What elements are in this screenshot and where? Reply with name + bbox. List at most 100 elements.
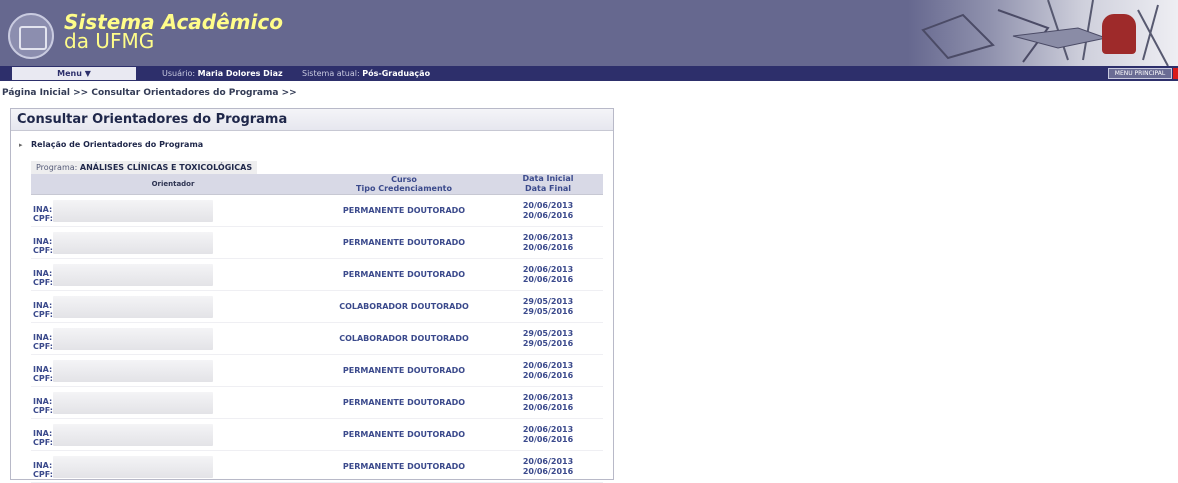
start-date: 20/06/2013 [522,360,574,370]
redacted-name [53,392,213,414]
program-prefix: Programa: [36,163,78,172]
ina-label: INA: [33,205,53,214]
advisor-cell: INA: CPF: [31,226,315,259]
advisor-cell: INA: CPF: [31,418,315,451]
header-curso-label: Curso [391,175,417,184]
date-range: 20/06/2013 20/06/2016 [493,418,603,451]
cpf-label: CPF: [33,406,53,415]
date-range: 29/05/2013 29/05/2016 [493,322,603,355]
user-label: Usuário: [162,69,196,78]
redacted-name [53,456,213,478]
advisor-cell: INA: CPF: [31,322,315,355]
advisor-cell: INA: CPF: [31,386,315,419]
program-label: Programa: ANÁLISES CLÍNICAS E TOXICOLÓGI… [31,161,258,174]
course-type: PERMANENTE DOUTORADO [315,418,493,451]
system-label: Sistema atual: [302,69,360,78]
header-datas: Data Inicial Data Final [493,174,603,195]
classroom-desks-illustration [921,0,1169,66]
cpf-label: CPF: [33,438,53,447]
date-range: 20/06/2013 20/06/2016 [493,386,603,419]
end-date: 29/05/2016 [522,338,574,348]
redacted-name [53,232,213,254]
course-type: PERMANENTE DOUTORADO [315,386,493,419]
main-menu-button[interactable]: MENU PRINCIPAL [1108,68,1172,79]
top-navigation-bar: Menu ▼ Usuário: Maria Dolores Diaz Siste… [0,66,1178,81]
start-date: 29/05/2013 [522,328,574,338]
app-subtitle: da UFMG [64,29,155,53]
table-row: INA: CPF: COLABORADOR DOUTORADO 29/05/201… [31,290,603,323]
page-title: Consultar Orientadores do Programa [11,109,613,131]
redacted-name [53,200,213,222]
section-bullet-icon: ▸ [19,141,23,149]
course-type: PERMANENTE DOUTORADO [315,450,493,483]
header-data-inicial: Data Inicial [522,174,574,183]
end-date: 20/06/2016 [522,466,574,476]
date-range: 20/06/2013 20/06/2016 [493,258,603,291]
date-range: 20/06/2013 20/06/2016 [493,450,603,483]
start-date: 20/06/2013 [522,456,574,466]
advisors-table-body: INA: CPF: PERMANENTE DOUTORADO 20/06/2013… [31,194,603,483]
ina-label: INA: [33,269,53,278]
breadcrumb[interactable]: Página Inicial >> Consultar Orientadores… [2,88,297,98]
redacted-name [53,296,213,318]
advisors-panel: Consultar Orientadores do Programa ▸ Rel… [10,108,614,483]
redacted-name [53,424,213,446]
ina-label: INA: [33,301,53,310]
cpf-label: CPF: [33,374,53,383]
course-type: PERMANENTE DOUTORADO [315,354,493,387]
end-date: 20/06/2016 [522,402,574,412]
cpf-label: CPF: [33,342,53,351]
menu-dropdown-button[interactable]: Menu ▼ [12,67,136,80]
table-row: INA: CPF: PERMANENTE DOUTORADO 20/06/2013… [31,418,603,451]
table-row: INA: CPF: COLABORADOR DOUTORADO 29/05/201… [31,322,603,355]
advisor-cell: INA: CPF: [31,194,315,227]
start-date: 29/05/2013 [522,296,574,306]
app-header: Sistema Acadêmico da UFMG [0,0,1178,66]
table-row: INA: CPF: PERMANENTE DOUTORADO 20/06/2013… [31,194,603,227]
course-type: PERMANENTE DOUTORADO [315,194,493,227]
advisor-cell: INA: CPF: [31,450,315,483]
course-type: COLABORADOR DOUTORADO [315,322,493,355]
current-user: Usuário: Maria Dolores Diaz [162,67,283,80]
table-row: INA: CPF: PERMANENTE DOUTORADO 20/06/2013… [31,226,603,259]
header-curso: Curso Tipo Credenciamento [315,174,493,195]
course-type: PERMANENTE DOUTORADO [315,226,493,259]
redacted-name [53,360,213,382]
date-range: 20/06/2013 20/06/2016 [493,194,603,227]
table-row: INA: CPF: PERMANENTE DOUTORADO 20/06/2013… [31,450,603,483]
section-heading: Relação de Orientadores do Programa [31,140,204,149]
user-name: Maria Dolores Diaz [197,69,283,78]
end-date: 20/06/2016 [522,274,574,284]
cpf-label: CPF: [33,214,53,223]
ufmg-seal-logo [8,13,54,59]
current-system: Sistema atual: Pós-Graduação [302,67,430,80]
date-range: 29/05/2013 29/05/2016 [493,290,603,323]
course-type: PERMANENTE DOUTORADO [315,258,493,291]
cpf-label: CPF: [33,470,53,479]
cpf-label: CPF: [33,310,53,319]
ina-label: INA: [33,333,53,342]
ina-label: INA: [33,397,53,406]
table-row: INA: CPF: PERMANENTE DOUTORADO 20/06/2013… [31,258,603,291]
advisors-table: Orientador Curso Tipo Credenciamento Dat… [31,174,603,483]
ina-label: INA: [33,365,53,374]
red-edge-tab[interactable] [1173,68,1178,79]
header-orientador: Orientador [31,174,315,195]
redacted-name [53,264,213,286]
classroom-photo [908,0,1178,66]
advisor-cell: INA: CPF: [31,290,315,323]
table-row: INA: CPF: PERMANENTE DOUTORADO 20/06/2013… [31,386,603,419]
ina-label: INA: [33,429,53,438]
start-date: 20/06/2013 [522,264,574,274]
start-date: 20/06/2013 [522,392,574,402]
program-name: ANÁLISES CLÍNICAS E TOXICOLÓGICAS [79,163,253,172]
start-date: 20/06/2013 [522,200,574,210]
course-type: COLABORADOR DOUTORADO [315,290,493,323]
student-figure [1102,14,1136,54]
start-date: 20/06/2013 [522,424,574,434]
end-date: 20/06/2016 [522,370,574,380]
table-row: INA: CPF: PERMANENTE DOUTORADO 20/06/2013… [31,354,603,387]
cpf-label: CPF: [33,246,53,255]
start-date: 20/06/2013 [522,232,574,242]
date-range: 20/06/2013 20/06/2016 [493,226,603,259]
